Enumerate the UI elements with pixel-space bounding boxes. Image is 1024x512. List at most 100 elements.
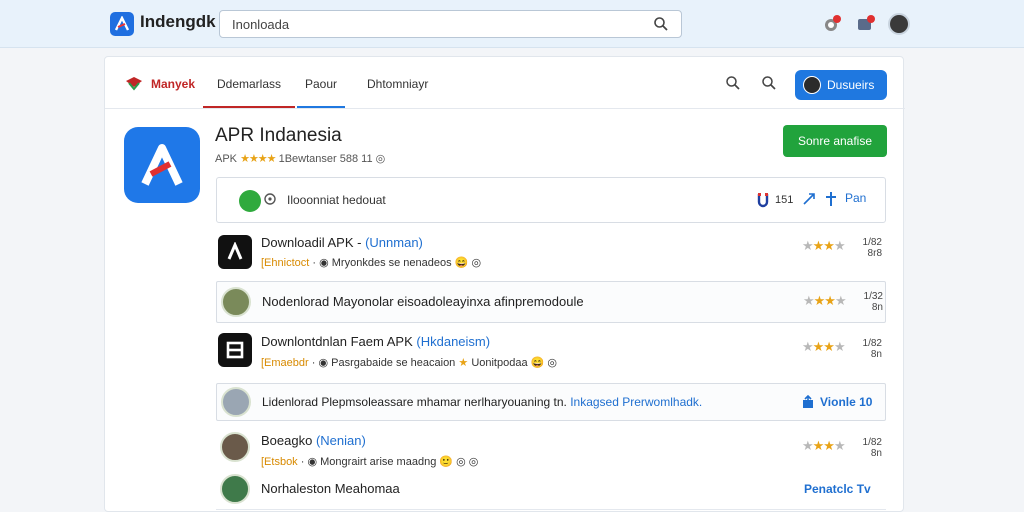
app-icon — [218, 333, 252, 367]
top-bar: Indengdk — [0, 0, 1024, 48]
avatar — [221, 387, 251, 417]
row-sub-text: Pasrgabaide se heacaion — [331, 357, 456, 369]
row-num-1: 1/32 — [863, 291, 883, 302]
row-num-2: 8n — [870, 448, 882, 459]
row-num: 1/82 8r8 — [858, 237, 882, 259]
row-title-text: Downlontdnlan Faem APK — [261, 334, 413, 349]
search-box[interactable] — [219, 10, 682, 38]
tab-1[interactable]: Ddemarlass — [217, 77, 281, 91]
row-num-1: 1/82 — [862, 237, 882, 248]
brand-icon — [125, 75, 143, 96]
user-avatar[interactable] — [888, 13, 910, 35]
row-title[interactable]: Downlontdnlan Faem APK (Hkdaneism) — [261, 334, 490, 349]
search-alt-icon[interactable] — [761, 75, 777, 96]
emoji-icon: 🙂 — [439, 456, 454, 468]
row-num-2: 8n — [871, 302, 883, 313]
search-icon[interactable] — [725, 75, 741, 96]
messages-icon[interactable] — [856, 14, 876, 39]
row-rating: ★★★★ — [803, 293, 847, 308]
location-icon: ◉ — [319, 257, 329, 269]
row-sub: [Etsbok · ◉ Mongrairt arise maadng 🙂 ◎ ◎ — [261, 456, 479, 468]
row-num-1: 1/82 — [862, 437, 882, 448]
avatar — [221, 287, 251, 317]
row-title-text: Lidenlorad Plepmsoleassare mhamar nerlha… — [262, 395, 567, 409]
tab-1-underline — [203, 106, 295, 108]
share-icon[interactable] — [801, 191, 817, 212]
avatar — [220, 474, 250, 504]
row-lang: (Unnman) — [365, 235, 423, 250]
search-icon[interactable] — [653, 16, 669, 37]
row-highlight[interactable]: Inkagsed Prerwomlhadk. — [570, 395, 702, 409]
row-sub: [Ehnictoct · ◉ Mryonkdes se nenadeos 😄 ◎ — [261, 257, 482, 269]
tab-bar: Manyek Ddemarlass Paour Dhtomniayr Dusue… — [105, 57, 905, 109]
app-title: APR Indanesia — [215, 125, 342, 146]
row-sub-text: Mongrairt arise maadng — [320, 456, 437, 468]
row-num-2: 8r8 — [867, 248, 882, 259]
row-num-1: 1/82 — [862, 338, 882, 349]
row-num-2: 8n — [870, 349, 882, 360]
settings-icon — [263, 192, 277, 211]
search-input[interactable] — [232, 17, 632, 32]
tab-2[interactable]: Paour — [305, 77, 337, 91]
row-link[interactable]: Vionle 10 — [820, 395, 872, 409]
row-lang: (Nenian) — [315, 433, 366, 448]
list-item[interactable]: Nodenlorad Mayonolar eisoadoleayinxa afi… — [216, 281, 886, 323]
tab-3[interactable]: Dhtomniayr — [367, 77, 428, 91]
row-tag: [Ehnictoct — [261, 257, 310, 269]
star-icon: ★ — [458, 357, 469, 369]
info-icon: ◎ — [375, 153, 386, 165]
list-item[interactable]: Boeagko (Nenian) [Etsbok · ◉ Mongrairt a… — [216, 429, 886, 471]
app-icon — [218, 235, 252, 269]
divider — [216, 509, 886, 510]
list-item[interactable]: Downloadil APK - (Unnman) [Ehnictoct · ◉… — [216, 233, 886, 273]
row-rating: ★★★★ — [802, 438, 846, 453]
row-title[interactable]: Lidenlorad Plepmsoleassare mhamar nerlha… — [262, 395, 702, 409]
emoji-icon: 😄 — [454, 257, 469, 269]
row-title[interactable]: Norhaleston Meahomaa — [261, 481, 400, 496]
app-meta-text: 1Bewtanser 588 11 — [278, 153, 373, 165]
row-num: 1/82 8n — [858, 437, 882, 459]
row-rating: ★★★★ — [802, 238, 846, 253]
share-icon — [801, 394, 815, 414]
download-text: Ilooonniat hedouat — [287, 193, 386, 207]
install-button[interactable]: Sonre anafise — [783, 125, 887, 157]
logo-icon[interactable] — [110, 12, 134, 36]
row-title[interactable]: Boeagko (Nenian) — [261, 433, 366, 448]
list-item[interactable]: Downlontdnlan Faem APK (Hkdaneism) [Emae… — [216, 331, 886, 375]
download-right-label[interactable]: Pan — [845, 191, 866, 205]
row-sub-text: Mryonkdes se nenadeos — [331, 257, 452, 269]
row-sub: [Emaebdr · ◉ Pasrgabaide se heacaion ★ U… — [261, 357, 558, 369]
row-num: 1/82 8n — [858, 338, 882, 360]
app-meta-prefix: APK — [215, 153, 238, 165]
row-rating: ★★★★ — [802, 339, 846, 354]
row-title[interactable]: Downloadil APK - (Unnman) — [261, 235, 423, 250]
row-title-text: Boeagko — [261, 433, 313, 448]
app-logo-icon — [124, 127, 200, 203]
emoji-icon: 😄 — [530, 357, 545, 369]
row-tag: [Emaebdr — [261, 357, 309, 369]
tab-2-underline — [297, 106, 345, 108]
avatar — [220, 432, 250, 462]
row-lang: (Hkdaneism) — [416, 334, 491, 349]
user-button[interactable]: Dusueirs — [795, 70, 887, 100]
app-meta: APK ★★★★ 1Bewtanser 588 11 ◎ — [215, 152, 385, 165]
tab-brand[interactable]: Manyek — [151, 77, 195, 91]
location-icon: ◉ — [318, 357, 329, 369]
row-title[interactable]: Nodenlorad Mayonolar eisoadoleayinxa afi… — [262, 294, 584, 309]
download-count: 151 — [775, 194, 794, 206]
row-title-text: Downloadil APK - — [261, 235, 362, 250]
row-sub-text-2: Uonitpodaa — [471, 357, 528, 369]
user-button-label: Dusueirs — [827, 78, 875, 92]
row-link[interactable]: Penatclc Tv — [804, 482, 871, 496]
list-item[interactable]: Norhaleston Meahomaa Penatclc Tv — [216, 473, 886, 507]
logo-text[interactable]: Indengdk — [140, 12, 216, 32]
location-icon: ◉ — [307, 456, 318, 468]
download-icon — [239, 190, 261, 212]
avatar — [803, 76, 821, 94]
pin-icon[interactable] — [824, 191, 838, 212]
magnet-icon[interactable] — [757, 192, 769, 213]
download-bar[interactable]: Ilooonniat hedouat 151 Pan — [216, 177, 886, 223]
notification-icon[interactable] — [822, 14, 842, 39]
app-rating-stars: ★★★★ — [240, 153, 276, 165]
list-item[interactable]: Lidenlorad Plepmsoleassare mhamar nerlha… — [216, 383, 886, 421]
